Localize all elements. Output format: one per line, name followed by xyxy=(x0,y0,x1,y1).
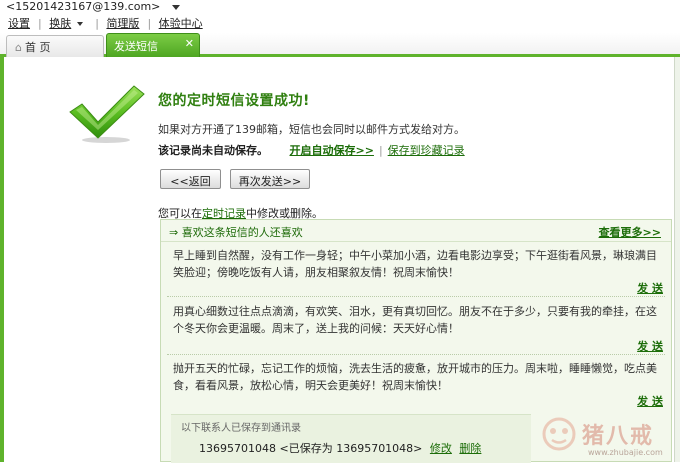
skin-label: 换肤 xyxy=(49,17,72,30)
divider xyxy=(167,296,665,297)
not-saved-notice: 该记录尚未自动保存。 xyxy=(158,144,268,157)
tab-send-sms[interactable]: 发送短信 ✕ xyxy=(106,33,200,57)
frame-right-scroll-edge xyxy=(674,57,680,462)
send-button[interactable]: 发 送 xyxy=(637,393,663,409)
message-text: 早上睡到自然醒，没有工作一身轻；中午小菜加小酒，边看电影边享受；下午逛街看风景，… xyxy=(173,249,657,279)
saved-contacts-box: 以下联系人已保存到通讯录 13695701048 <已保存为 136957010… xyxy=(171,414,531,463)
divider xyxy=(167,354,665,355)
message-text: 用真心细数过往点点滴滴，有欢笑、泪水，更有真切回忆。朋友不在于多少，只要有我的牵… xyxy=(173,305,657,335)
message-text: 抛开五天的忙碌，忘记工作的烦恼，洗去生活的疲惫，放开城市的压力。周末啦，睡睡懒觉… xyxy=(173,362,657,392)
home-icon: ⌂ xyxy=(15,41,22,54)
account-email: <15201423167@139.com> xyxy=(6,0,161,13)
contact-saved-as: <已保存为 13695701048> xyxy=(279,442,423,455)
settings-link[interactable]: 设置 xyxy=(8,17,30,30)
account-selector[interactable]: <15201423167@139.com> xyxy=(6,0,180,13)
success-title: 您的定时短信设置成功! xyxy=(158,93,310,109)
back-button[interactable]: <<返回 xyxy=(160,169,221,189)
experience-center-link[interactable]: 体验中心 xyxy=(159,17,203,30)
chevron-down-icon xyxy=(77,22,84,26)
watermark-url: www.zhubajie.com xyxy=(588,448,663,457)
contact-number: 13695701048 xyxy=(199,442,276,455)
watermark-logo-icon xyxy=(542,417,576,451)
simple-version-link[interactable]: 简理版 xyxy=(106,17,139,30)
tab-send-sms-label: 发送短信 xyxy=(114,40,158,53)
watermark-text: 猪八戒 xyxy=(582,424,655,449)
chevron-down-icon[interactable] xyxy=(171,4,180,10)
tab-home[interactable]: ⌂ 首 页 xyxy=(6,35,104,57)
check-mark-icon xyxy=(69,85,145,143)
link-separator: | xyxy=(38,17,42,30)
contact-row: 13695701048 <已保存为 13695701048> 修改 删除 xyxy=(199,440,481,456)
close-icon[interactable]: ✕ xyxy=(185,37,194,50)
edit-contact-link[interactable]: 修改 xyxy=(430,442,452,455)
auto-save-link[interactable]: 开启自动保存>> xyxy=(290,144,374,157)
link-separator: | xyxy=(147,17,152,30)
contacts-header: 以下联系人已保存到通讯录 xyxy=(181,423,301,434)
delete-contact-link[interactable]: 删除 xyxy=(459,442,481,455)
save-favorite-link[interactable]: 保存到珍藏记录 xyxy=(388,144,465,157)
send-button[interactable]: 发 送 xyxy=(637,280,663,296)
send-button[interactable]: 发 送 xyxy=(637,338,663,354)
resend-button[interactable]: 再次发送>> xyxy=(230,169,310,189)
tab-bar: ⌂ 首 页 发送短信 ✕ xyxy=(0,33,680,57)
tab-home-label: 首 页 xyxy=(24,41,51,54)
skin-link[interactable]: 换肤 xyxy=(49,17,87,30)
save-status-line: 该记录尚未自动保存。 开启自动保存>> | 保存到珍藏记录 xyxy=(158,142,465,158)
panel-title: ⇒ 喜欢这条短信的人还喜欢 xyxy=(169,226,303,239)
top-links: 设置 | 换肤 | 简理版 | 体验中心 xyxy=(8,15,207,31)
success-description: 如果对方开通了139邮箱，短信也会同时以邮件方式发给对方。 xyxy=(158,123,465,136)
top-bar: <15201423167@139.com> 设置 | 换肤 | 简理版 | 体验中心 xyxy=(0,0,680,30)
frame-left-border xyxy=(0,57,4,462)
view-more-link[interactable]: 查看更多>> xyxy=(599,224,661,240)
panel-header: ⇒ 喜欢这条短信的人还喜欢 查看更多>> xyxy=(161,220,671,242)
link-separator: | xyxy=(378,144,383,157)
link-separator: | xyxy=(95,17,99,30)
